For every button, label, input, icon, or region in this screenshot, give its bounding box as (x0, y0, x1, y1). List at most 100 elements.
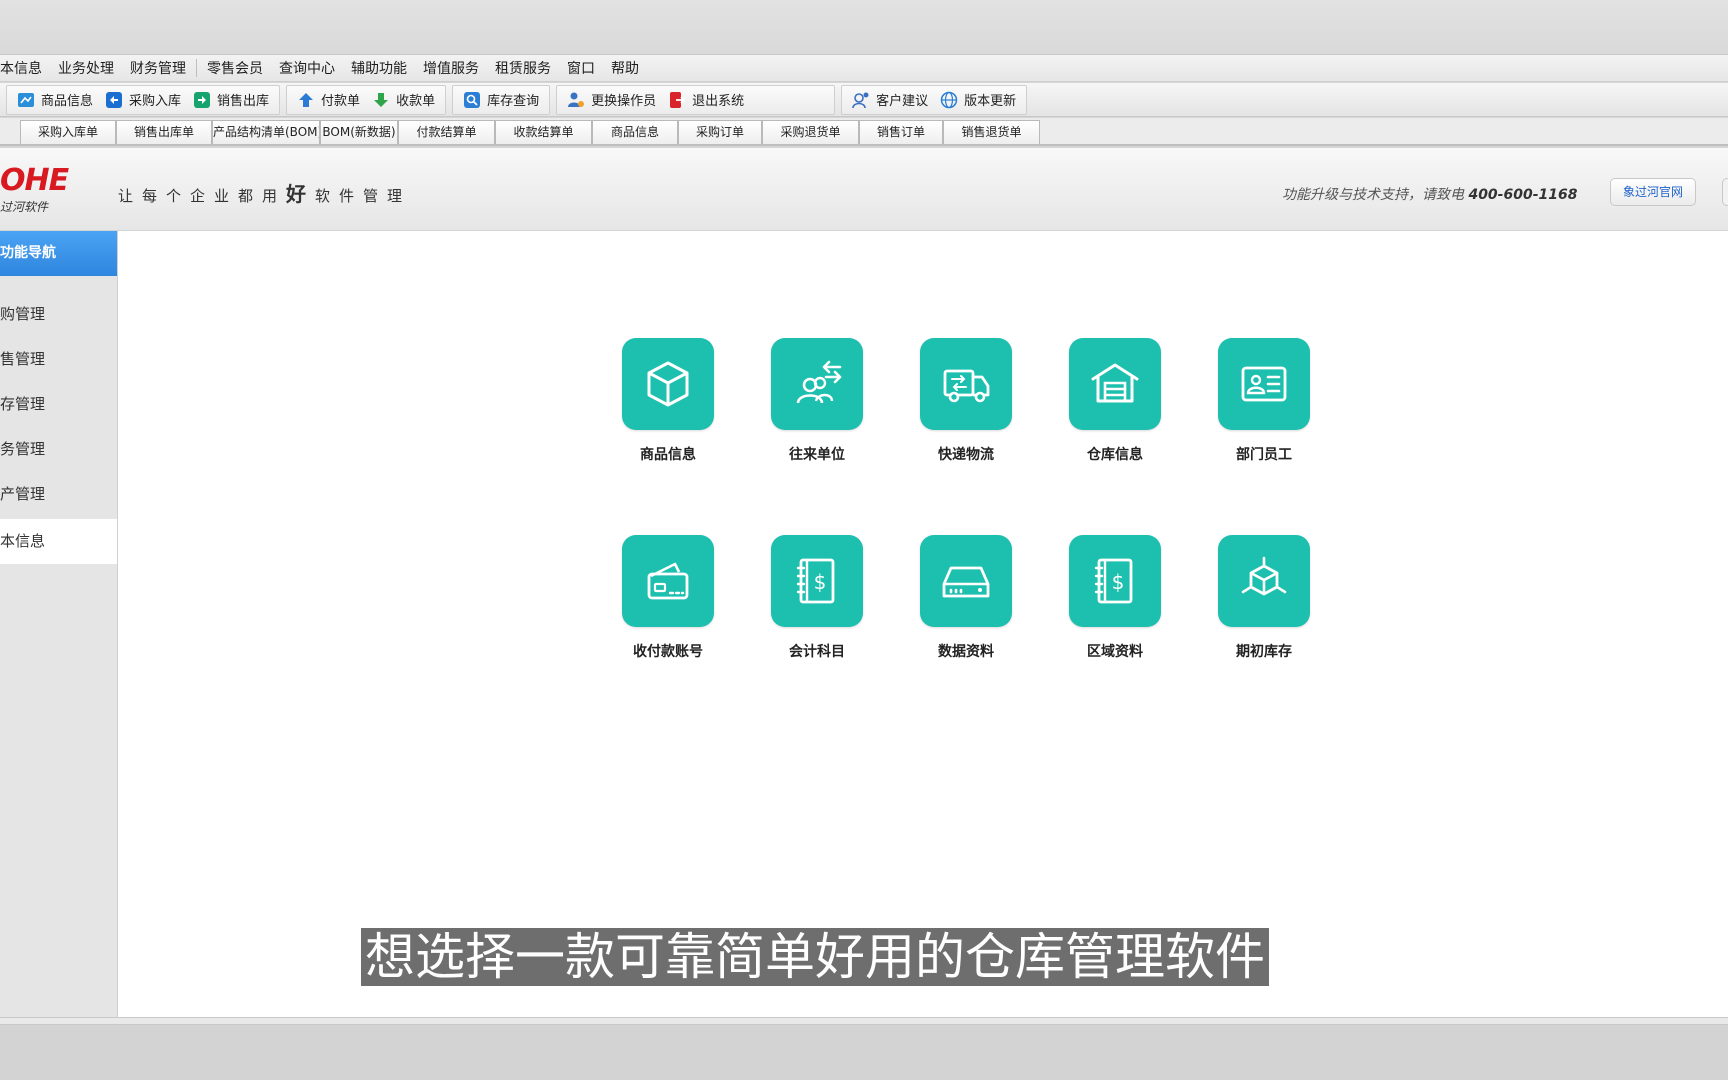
toolbar-group-inventory: 库存查询 (452, 84, 551, 115)
sidebar-list: 购管理 售管理 存管理 务管理 产管理 本信息 (0, 292, 117, 564)
menu-finance[interactable]: 财务管理 (122, 58, 194, 78)
toolbar-label: 退出系统 (692, 94, 745, 109)
user-switch-icon (567, 91, 585, 109)
logo-subtext: 过河软件 (0, 200, 49, 214)
support-info: 功能升级与技术支持，请致电 400-600-1168 (1282, 184, 1578, 204)
quick-tab-receipt-settlement[interactable]: 收款结算单 (495, 120, 592, 144)
box-icon (622, 338, 714, 430)
menu-retail-member[interactable]: 零售会员 (199, 58, 271, 78)
tile-data-materials[interactable]: 数据资料 (920, 535, 1012, 661)
tile-region-data[interactable]: $ 区域资料 (1069, 535, 1161, 661)
sidebar-item-inventory[interactable]: 存管理 (0, 382, 117, 427)
tile-label: 区域资料 (1087, 644, 1143, 660)
tile-label: 往来单位 (789, 447, 845, 463)
toolbar-version-update-button[interactable]: 版本更新 (934, 86, 1022, 114)
wallet-icon (622, 535, 714, 627)
logo-text: OHE (0, 163, 69, 198)
sidebar-title[interactable]: 功能导航 (0, 231, 117, 276)
tile-accounting-subjects[interactable]: $ 会计科目 (771, 535, 863, 661)
toolbar-label: 商品信息 (41, 94, 94, 109)
tile-label: 数据资料 (938, 644, 994, 660)
menu-rental[interactable]: 租赁服务 (487, 58, 559, 78)
slogan: 让每个企业都用好软件管理 (118, 178, 411, 207)
menu-window[interactable]: 窗口 (559, 58, 603, 78)
toolbar-payment-button[interactable]: 付款单 (291, 86, 366, 114)
toolbar: 商品信息 采购入库 销售出库 付款单 收款单 库存查询 更换操作员 退出系统 客… (0, 83, 1728, 117)
toolbar-receipt-button[interactable]: 收款单 (366, 86, 441, 114)
tile-department-staff[interactable]: 部门员工 (1218, 338, 1310, 464)
quick-tab-purchase-return[interactable]: 采购退货单 (762, 120, 859, 144)
search-icon (463, 91, 481, 109)
toolbar-group-support: 客户建议 版本更新 (841, 84, 1028, 115)
quick-tab-sales-order[interactable]: 销售订单 (859, 120, 943, 144)
tile-initial-stock[interactable]: 期初库存 (1218, 535, 1310, 661)
toolbar-sales-out-button[interactable]: 销售出库 (187, 86, 275, 114)
toolbar-purchase-in-button[interactable]: 采购入库 (99, 86, 187, 114)
exit-icon (668, 91, 686, 109)
tile-payment-accounts[interactable]: 收付款账号 (622, 535, 714, 661)
toolbar-label: 库存查询 (487, 94, 540, 109)
slogan-post: 软件管理 (315, 187, 412, 205)
toolbar-group-system: 更换操作员 退出系统 (556, 84, 836, 115)
logo: OHE 过河软件 (0, 163, 69, 215)
main-content: 商品信息 往来单位 快递物流 仓库信息 部门员工 收付款账号 $ 会计科目 数据… (118, 231, 1728, 1017)
pay-icon (297, 91, 315, 109)
tile-label: 部门员工 (1236, 447, 1292, 463)
toolbar-stock-query-button[interactable]: 库存查询 (457, 86, 545, 114)
menu-basic-info[interactable]: 本信息 (0, 58, 50, 78)
toolbar-product-info-button[interactable]: 商品信息 (11, 86, 99, 114)
sales-icon (193, 91, 211, 109)
toolbar-exit-button[interactable]: 退出系统 (662, 86, 750, 114)
toolbar-switch-operator-button[interactable]: 更换操作员 (561, 86, 662, 114)
region-ledger-icon: $ (1069, 535, 1161, 627)
sidebar-item-purchase[interactable]: 购管理 (0, 292, 117, 337)
menu-business[interactable]: 业务处理 (50, 58, 122, 78)
ledger-icon: $ (771, 535, 863, 627)
svg-text:$: $ (1112, 570, 1125, 594)
initial-stock-icon (1218, 535, 1310, 627)
sidebar-item-production[interactable]: 产管理 (0, 472, 117, 517)
tile-label: 快递物流 (938, 447, 994, 463)
quick-tab-bom-new[interactable]: BOM(新数据) (320, 120, 398, 144)
toolbar-label: 更换操作员 (591, 94, 657, 109)
quick-tab-bom[interactable]: 产品结构清单(BOM) (212, 120, 320, 144)
sidebar: 功能导航 购管理 售管理 存管理 务管理 产管理 本信息 (0, 231, 118, 1017)
quick-tab-purchase-in[interactable]: 采购入库单 (20, 120, 116, 144)
menu-help[interactable]: 帮助 (603, 58, 647, 78)
tile-label: 期初库存 (1236, 644, 1292, 660)
quick-tab-sales-return[interactable]: 销售退货单 (943, 120, 1040, 144)
toolbar-label: 客户建议 (876, 94, 929, 109)
quick-tab-product-info[interactable]: 商品信息 (592, 120, 678, 144)
quick-tab-sales-out[interactable]: 销售出库单 (116, 120, 212, 144)
toolbar-label: 付款单 (321, 94, 361, 109)
brand-banner: OHE 过河软件 让每个企业都用好软件管理 功能升级与技术支持，请致电 400-… (0, 148, 1728, 231)
sidebar-item-basic-info[interactable]: 本信息 (0, 519, 117, 564)
banner-edge-tab (1722, 178, 1728, 206)
tile-express-logistics[interactable]: 快递物流 (920, 338, 1012, 464)
tile-product-info[interactable]: 商品信息 (622, 338, 714, 464)
toolbar-feedback-button[interactable]: 客户建议 (846, 86, 934, 114)
tile-warehouse-info[interactable]: 仓库信息 (1069, 338, 1161, 464)
drive-icon (920, 535, 1012, 627)
official-site-button[interactable]: 象过河官网 (1610, 178, 1696, 206)
toolbar-label: 版本更新 (964, 94, 1017, 109)
support-text: 功能升级与技术支持，请致电 (1282, 187, 1464, 203)
toolbar-group-basic: 商品信息 采购入库 销售出库 (6, 84, 281, 115)
tile-contacts[interactable]: 往来单位 (771, 338, 863, 464)
menu-query-center[interactable]: 查询中心 (271, 58, 343, 78)
window-top-area (0, 0, 1728, 54)
status-bar (0, 1017, 1728, 1025)
tile-label: 收付款账号 (633, 644, 703, 660)
menu-value-added[interactable]: 增值服务 (415, 58, 487, 78)
support-phone: 400-600-1168 (1468, 187, 1578, 203)
update-icon (940, 91, 958, 109)
quick-tab-payment-settlement[interactable]: 付款结算单 (398, 120, 495, 144)
toolbar-label: 销售出库 (217, 94, 270, 109)
toolbar-group-payment: 付款单 收款单 (286, 84, 447, 115)
menu-auxiliary[interactable]: 辅助功能 (343, 58, 415, 78)
receive-icon (372, 91, 390, 109)
sidebar-item-finance[interactable]: 务管理 (0, 427, 117, 472)
quick-tab-purchase-order[interactable]: 采购订单 (678, 120, 762, 144)
sidebar-item-sales[interactable]: 售管理 (0, 337, 117, 382)
toolbar-label: 采购入库 (129, 94, 182, 109)
